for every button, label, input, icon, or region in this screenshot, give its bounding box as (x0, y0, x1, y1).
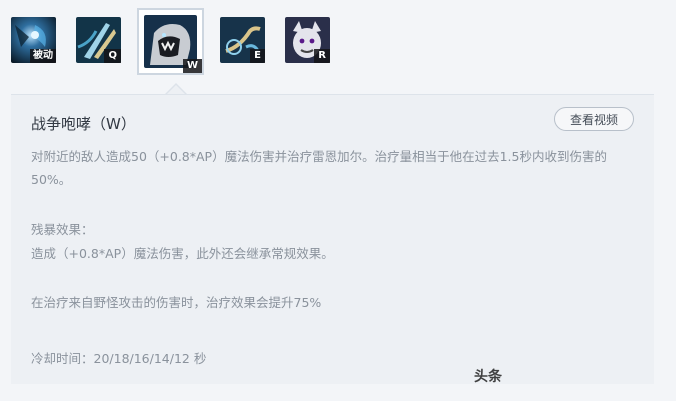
panel-pointer-inner (167, 85, 185, 94)
skill-key-label: R (314, 49, 330, 63)
skill-passive-button[interactable]: 被动 (11, 17, 56, 63)
skill-key-label: W (182, 59, 202, 73)
ferocity-text: 造成（+0.8*AP）魔法伤害，此外还会继承常规效果。 (31, 246, 334, 261)
skill-r-button[interactable]: R (285, 17, 330, 63)
skill-description: 对附近的敌人造成50（+0.8*AP）魔法伤害并治疗雷恩加尔。治疗量相当于他在过… (31, 149, 607, 187)
skill-key-label: 被动 (30, 49, 56, 63)
watermark: 头条 (474, 369, 502, 385)
skill-key-label: E (250, 49, 265, 63)
skill-w-button[interactable]: W (137, 8, 204, 75)
skill-e-button[interactable]: E (220, 17, 265, 63)
ferocity-header: 残暴效果： (31, 222, 94, 237)
skill-detail-panel: 战争咆哮（W） 查看视频 对附近的敌人造成50（+0.8*AP）魔法伤害并治疗雷… (11, 94, 654, 384)
view-video-button[interactable]: 查看视频 (554, 107, 634, 131)
skill-title: 战争咆哮（W） (31, 115, 136, 133)
skill-q-button[interactable]: Q (76, 17, 121, 63)
skill-bar: 被动 Q W E R (0, 0, 676, 92)
monster-heal-text: 在治疗来自野怪攻击的伤害时，治疗效果会提升75% (31, 295, 322, 310)
cooldown-text: 冷却时间：20/18/16/14/12 秒 (31, 351, 207, 366)
skill-key-label: Q (104, 49, 121, 63)
